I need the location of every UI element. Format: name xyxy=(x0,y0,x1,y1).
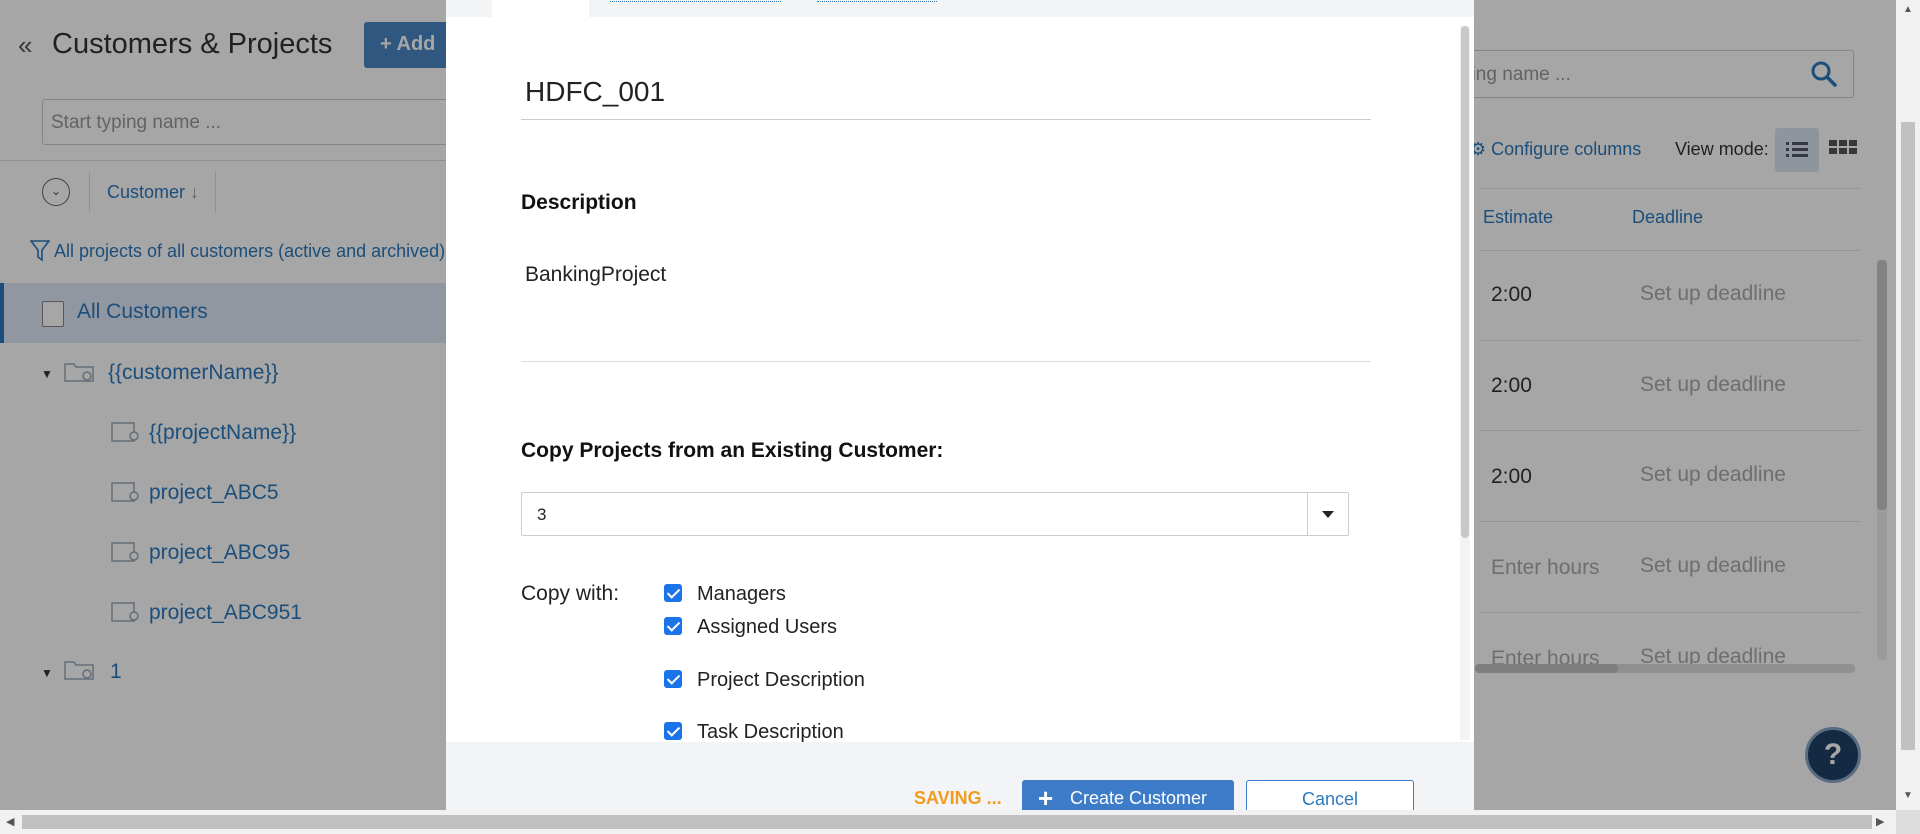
tab[interactable] xyxy=(610,0,781,2)
divider xyxy=(521,361,1371,362)
assigned-users-checkbox[interactable] xyxy=(664,617,682,635)
cancel-button[interactable]: Cancel xyxy=(1246,780,1414,810)
window-horizontal-scrollbar[interactable]: ◀ ▶ xyxy=(0,810,1896,834)
scroll-left-icon[interactable]: ◀ xyxy=(6,815,14,828)
tab[interactable] xyxy=(817,0,937,2)
chevron-down-icon[interactable] xyxy=(1307,493,1348,535)
scroll-right-icon[interactable]: ▶ xyxy=(1876,815,1884,828)
saving-status: SAVING ... xyxy=(914,788,1002,808)
create-customer-dialog: HDFC_001 Description BankingProject Copy… xyxy=(446,0,1474,813)
copy-customer-value: 3 xyxy=(537,505,547,524)
description-input[interactable]: BankingProject xyxy=(525,263,666,287)
scroll-up-icon[interactable]: ▲ xyxy=(1903,4,1913,15)
scroll-down-icon[interactable]: ▼ xyxy=(1903,790,1913,801)
project-description-label[interactable]: Project Description xyxy=(697,669,865,692)
create-customer-label: Create Customer xyxy=(1070,788,1208,808)
managers-checkbox[interactable] xyxy=(664,584,682,602)
scrollbar-corner xyxy=(1896,810,1920,834)
dialog-tab-bar xyxy=(446,0,1474,17)
project-description-checkbox[interactable] xyxy=(664,670,682,688)
assigned-users-label[interactable]: Assigned Users xyxy=(697,616,837,639)
create-customer-button[interactable]: + Create Customer xyxy=(1022,780,1234,813)
copy-with-label: Copy with: xyxy=(521,582,620,605)
customer-name-input[interactable]: HDFC_001 xyxy=(521,76,1371,120)
window-vertical-scrollbar[interactable]: ▲ ▼ xyxy=(1896,0,1920,810)
dialog-scrollbar[interactable] xyxy=(1460,26,1470,740)
description-label: Description xyxy=(521,191,637,214)
copy-projects-label: Copy Projects from an Existing Customer: xyxy=(521,439,944,462)
task-description-label[interactable]: Task Description xyxy=(697,721,844,744)
managers-label[interactable]: Managers xyxy=(697,583,786,606)
tab-active[interactable] xyxy=(492,0,589,17)
copy-customer-select[interactable]: 3 xyxy=(521,492,1349,536)
task-description-checkbox[interactable] xyxy=(664,722,682,740)
